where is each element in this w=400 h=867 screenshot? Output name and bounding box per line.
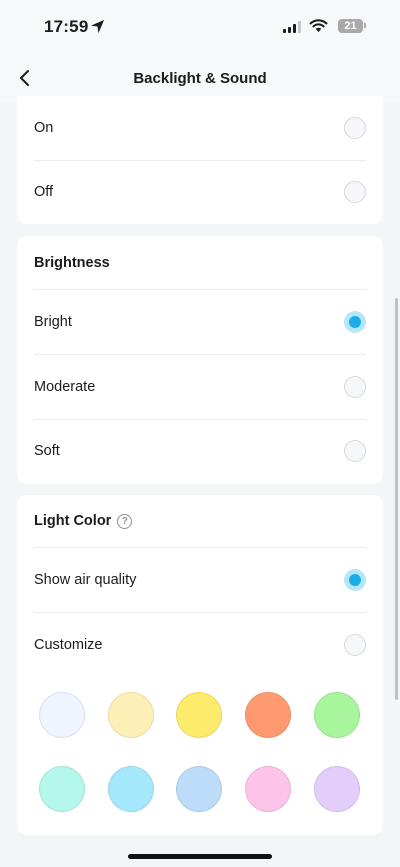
wifi-icon [309, 19, 328, 33]
cellular-signal-icon [283, 21, 301, 33]
option-customize[interactable]: Customize [34, 613, 366, 677]
radio-on[interactable] [344, 117, 366, 139]
option-label: On [34, 120, 54, 136]
option-moderate[interactable]: Moderate [34, 355, 366, 419]
option-label: Show air quality [34, 572, 137, 588]
color-swatch[interactable] [245, 766, 291, 812]
color-swatch[interactable] [39, 766, 85, 812]
scrollbar[interactable] [395, 298, 398, 700]
option-bright[interactable]: Bright [34, 290, 366, 354]
option-off[interactable]: Off [34, 160, 366, 224]
light-color-card: Light Color ? Show air quality Customize [17, 495, 383, 835]
color-swatch[interactable] [108, 692, 154, 738]
color-swatch[interactable] [245, 692, 291, 738]
radio-off[interactable] [344, 181, 366, 203]
section-title-text: Brightness [34, 255, 110, 271]
nav-bar: Backlight & Sound [0, 54, 400, 102]
battery-tip [364, 23, 366, 28]
radio-show-air-quality[interactable] [344, 569, 366, 591]
option-label: Soft [34, 443, 60, 459]
option-label: Moderate [34, 379, 96, 395]
color-swatch[interactable] [176, 766, 222, 812]
brightness-card: Brightness Bright Moderate Soft [17, 236, 383, 484]
radio-bright[interactable] [344, 311, 366, 333]
help-icon[interactable]: ? [117, 513, 133, 529]
battery-icon: 21 [338, 19, 363, 33]
location-arrow-icon [90, 19, 105, 34]
radio-moderate[interactable] [344, 376, 366, 398]
home-indicator [128, 854, 272, 859]
option-label: Off [34, 184, 54, 200]
color-swatch[interactable] [314, 766, 360, 812]
light-color-title: Light Color ? [34, 513, 133, 529]
section-title-text: Light Color [34, 513, 112, 529]
battery-level: 21 [344, 20, 357, 32]
status-bar: 17:59 21 [0, 0, 400, 54]
radio-customize[interactable] [344, 634, 366, 656]
color-swatch[interactable] [39, 692, 85, 738]
option-on[interactable]: On [34, 96, 366, 160]
radio-soft[interactable] [344, 440, 366, 462]
status-time: 17:59 [44, 17, 89, 36]
color-swatch[interactable] [176, 692, 222, 738]
display-options-card: On Off [17, 96, 383, 224]
color-swatch[interactable] [314, 692, 360, 738]
option-show-air-quality[interactable]: Show air quality [34, 548, 366, 612]
option-label: Bright [34, 314, 72, 330]
color-swatch[interactable] [108, 766, 154, 812]
option-soft[interactable]: Soft [34, 419, 366, 483]
page-title: Backlight & Sound [133, 70, 267, 87]
option-label: Customize [34, 637, 103, 653]
brightness-title: Brightness [34, 255, 110, 271]
